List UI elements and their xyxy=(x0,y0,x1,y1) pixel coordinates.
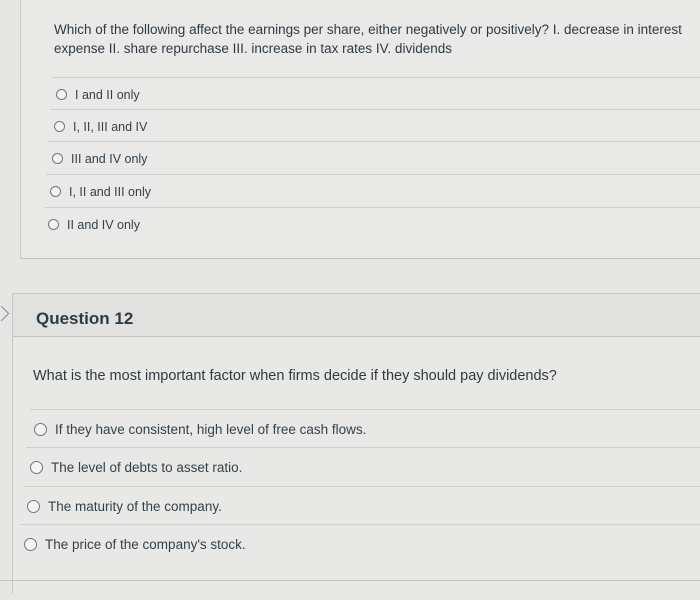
q12-answer-option[interactable]: If they have consistent, high level of f… xyxy=(30,409,700,448)
answer-label: If they have consistent, high level of f… xyxy=(55,421,367,437)
radio-button-icon[interactable] xyxy=(54,121,65,132)
answer-label: The level of debts to asset ratio. xyxy=(51,459,243,475)
answer-label: I, II and III only xyxy=(69,184,151,199)
answer-label: I, II, III and IV xyxy=(73,119,148,134)
question-11-prompt: Which of the following affect the earnin… xyxy=(54,22,682,56)
radio-button-icon[interactable] xyxy=(24,537,37,551)
radio-button-icon[interactable] xyxy=(52,153,63,164)
q11-answer-option[interactable]: I and II only xyxy=(52,77,700,111)
q11-answer-option[interactable]: I, II and III only xyxy=(46,174,700,208)
answer-label: The price of the company's stock. xyxy=(45,536,246,552)
answer-label: The maturity of the company. xyxy=(48,498,222,514)
q11-answer-option[interactable]: I, II, III and IV xyxy=(50,109,700,143)
q12-answer-option[interactable]: The price of the company's stock. xyxy=(20,524,700,563)
radio-button-icon[interactable] xyxy=(48,219,59,230)
q11-answer-option[interactable]: II and IV only xyxy=(44,207,700,241)
chevron-right-icon[interactable] xyxy=(0,305,10,322)
q12-answer-option[interactable]: The maturity of the company. xyxy=(23,486,700,525)
radio-button-icon[interactable] xyxy=(50,186,61,197)
answer-label: I and II only xyxy=(75,87,140,102)
divider xyxy=(0,580,700,581)
radio-button-icon[interactable] xyxy=(34,422,47,436)
question-12-prompt: What is the most important factor when f… xyxy=(33,368,557,384)
radio-button-icon[interactable] xyxy=(27,499,40,513)
answer-label: II and IV only xyxy=(67,217,140,232)
answer-label: III and IV only xyxy=(71,151,148,166)
radio-button-icon[interactable] xyxy=(30,460,43,474)
q12-answer-option[interactable]: The level of debts to asset ratio. xyxy=(26,447,700,486)
question-12-title: Question 12 xyxy=(36,309,134,328)
radio-button-icon[interactable] xyxy=(56,89,67,100)
q11-answer-option[interactable]: III and IV only xyxy=(48,141,700,175)
